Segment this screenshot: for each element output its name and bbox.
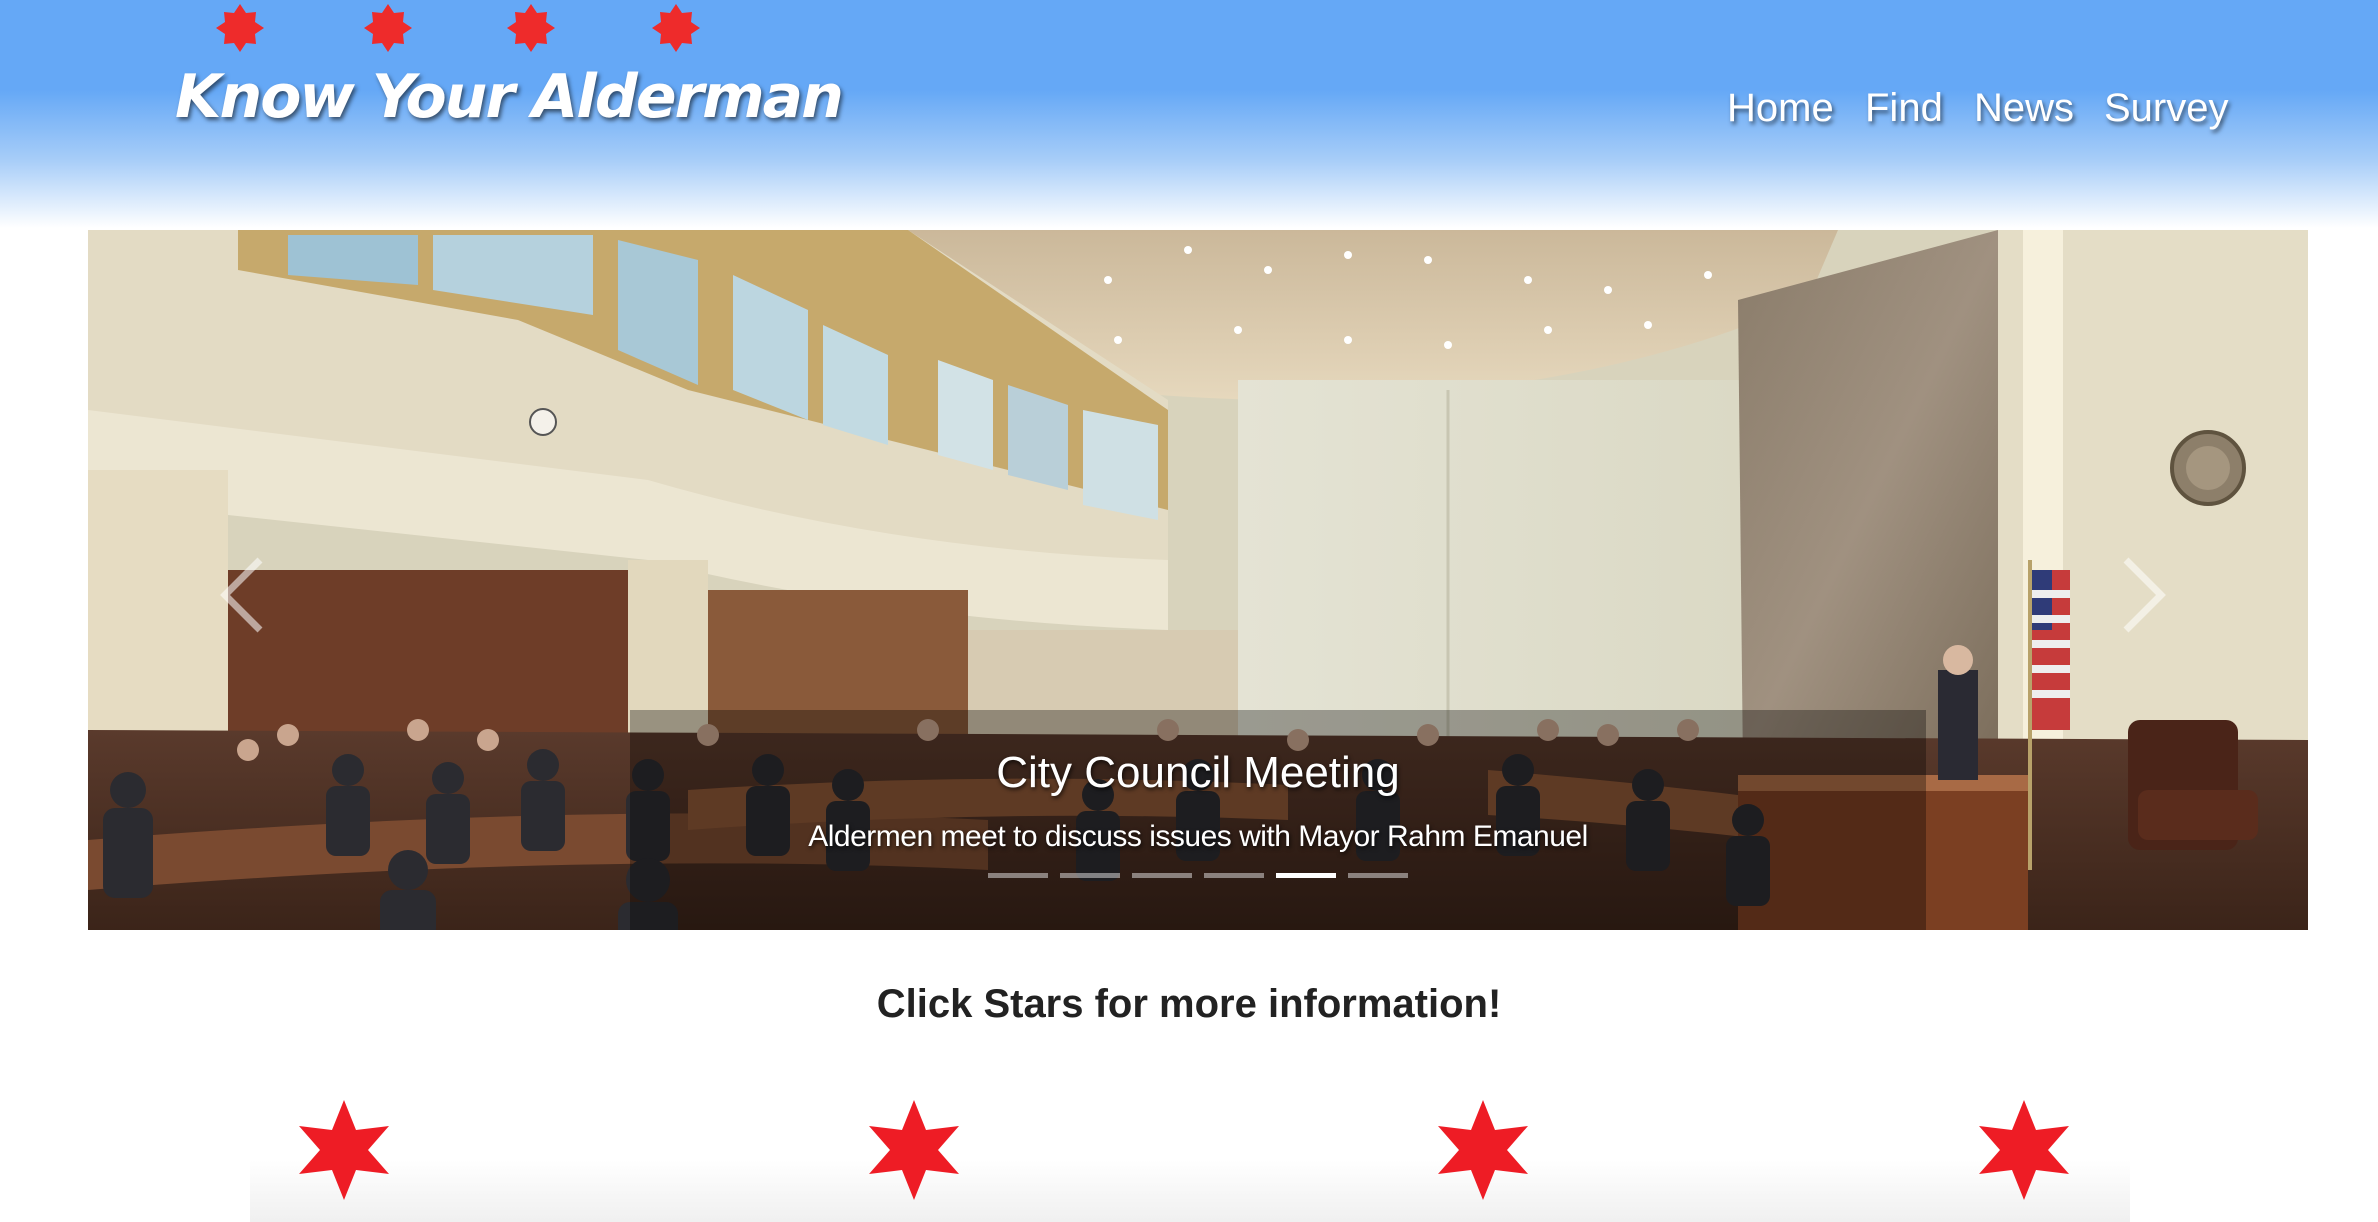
stars-prompt: Click Stars for more information! (876, 982, 1502, 1026)
chevron-left-icon[interactable] (200, 530, 290, 660)
slide-title: City Council Meeting (996, 748, 1400, 797)
nav-news[interactable]: News (1974, 86, 2074, 131)
carousel-indicator[interactable] (988, 873, 1048, 878)
carousel-indicator-active[interactable] (1276, 873, 1336, 878)
nav-survey[interactable]: Survey (2104, 86, 2229, 131)
chevron-right-icon[interactable] (2096, 530, 2186, 660)
slide-caption: Aldermen meet to discuss issues with May… (808, 820, 1588, 853)
nav-home[interactable]: Home (1727, 86, 1834, 131)
star-icon[interactable] (298, 1098, 390, 1202)
header-star-icon (216, 4, 264, 52)
nav-find[interactable]: Find (1865, 86, 1943, 131)
star-icon[interactable] (868, 1098, 960, 1202)
star-icon[interactable] (1978, 1098, 2070, 1202)
main-nav: Home Find News Survey (0, 86, 2378, 146)
star-icon[interactable] (1437, 1098, 1529, 1202)
carousel-indicators (88, 873, 2308, 885)
carousel-indicator[interactable] (1348, 873, 1408, 878)
carousel-indicator[interactable] (1204, 873, 1264, 878)
header-star-icon (652, 4, 700, 52)
carousel-indicator[interactable] (1060, 873, 1120, 878)
header-star-icon (364, 4, 412, 52)
site-header: Know Your Alderman Home Find News Survey (0, 0, 2378, 230)
image-carousel: City Council Meeting Aldermen meet to di… (88, 230, 2308, 930)
section-shadow (250, 1160, 2130, 1222)
carousel-indicator[interactable] (1132, 873, 1192, 878)
header-star-icon (507, 4, 555, 52)
